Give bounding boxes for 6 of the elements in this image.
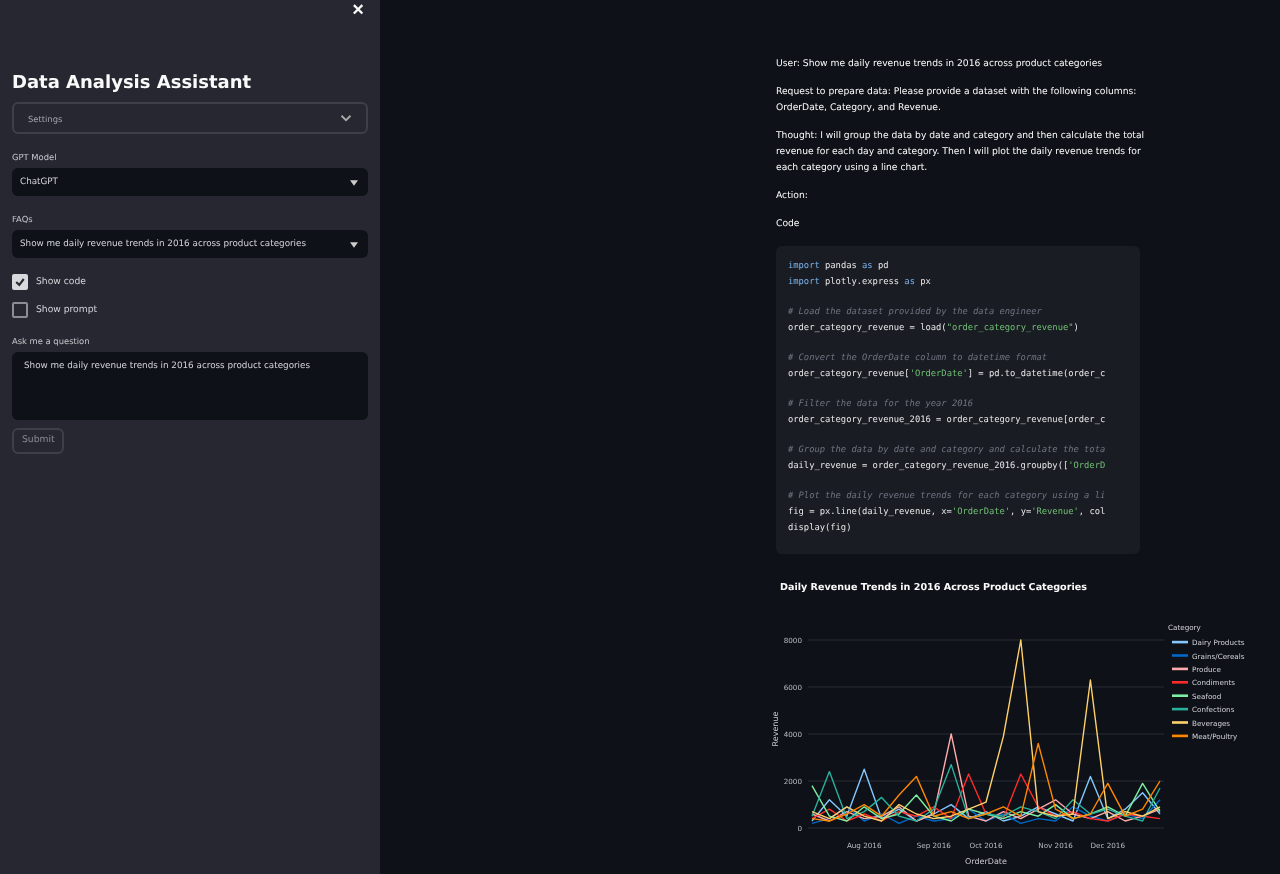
caret-icon (350, 241, 358, 247)
checkbox[interactable] (12, 302, 28, 318)
chevron-icon (340, 114, 352, 122)
close-button[interactable]: × (348, 0, 368, 24)
app-title: Data Analysis Assistant (12, 74, 254, 94)
caret-icon (350, 179, 358, 185)
